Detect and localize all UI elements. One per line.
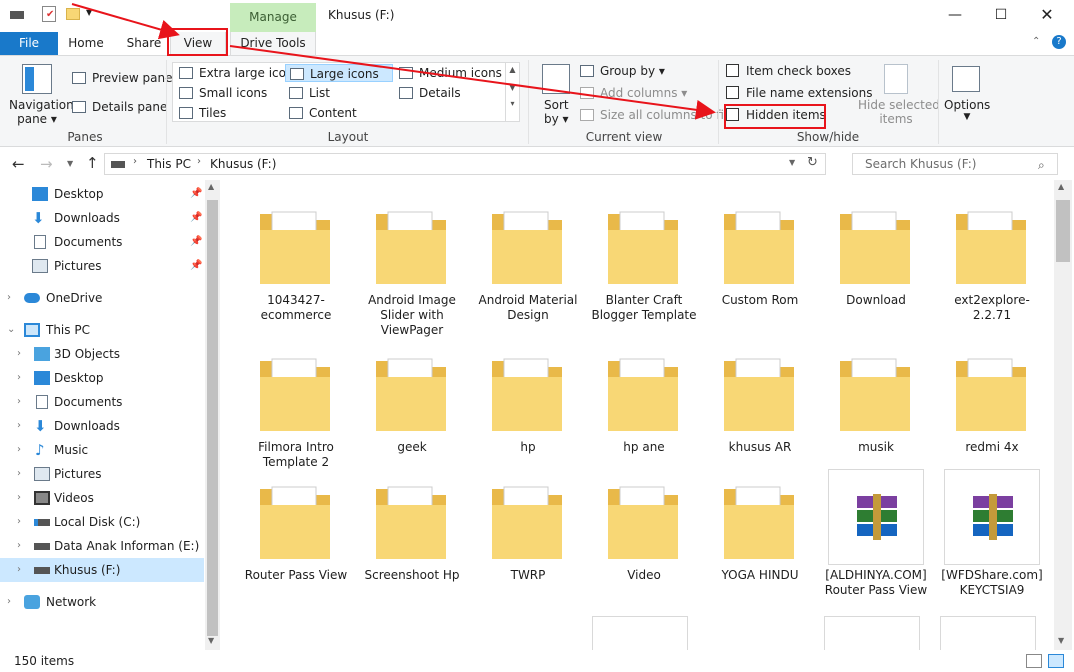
annotation-arrow — [229, 45, 716, 120]
annotation-arrows — [71, 3, 716, 120]
annotation-arrow — [71, 3, 180, 40]
